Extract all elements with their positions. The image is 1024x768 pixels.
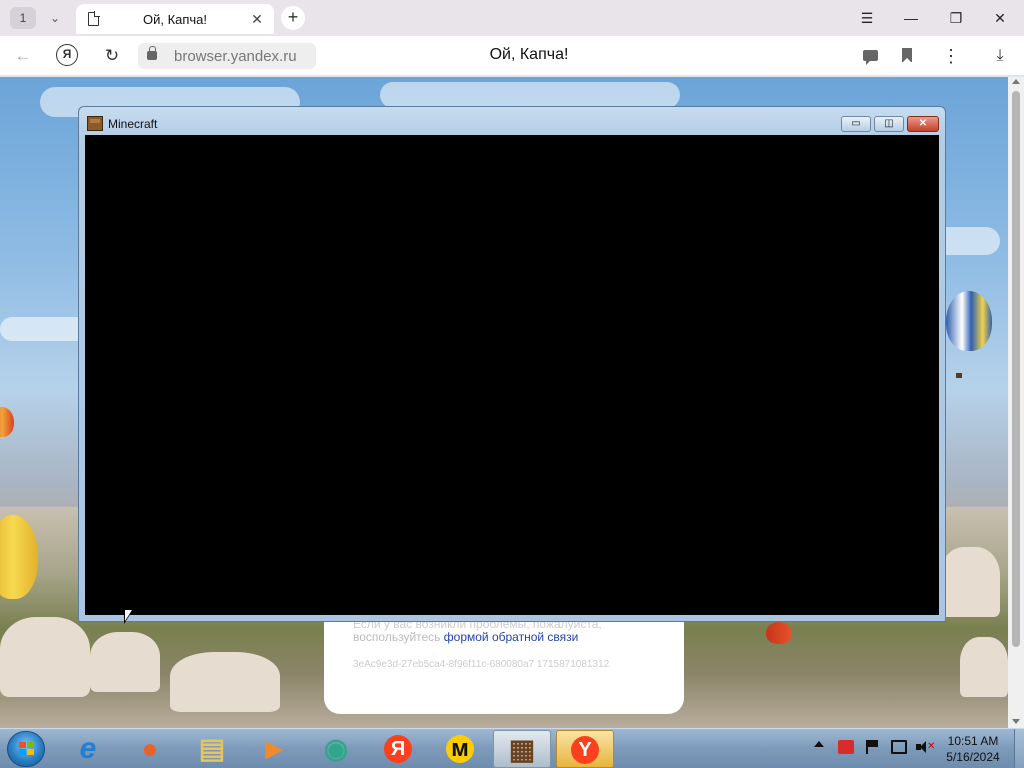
- minecraft-minimize-button[interactable]: ▭: [841, 116, 871, 132]
- tab-active[interactable]: Ой, Капча! ✕: [76, 4, 274, 34]
- show-hidden-icons-icon[interactable]: [814, 741, 824, 747]
- windows-flag-icon: [19, 742, 35, 756]
- yandex-icon: Я: [384, 735, 412, 763]
- scroll-thumb[interactable]: [1012, 91, 1020, 647]
- captcha-feedback-prefix: воспользуйтесь: [353, 630, 441, 644]
- taskbar-app-internet-explorer[interactable]: e: [60, 730, 116, 768]
- address-bar[interactable]: browser.yandex.ru: [138, 43, 316, 69]
- show-desktop-button[interactable]: [1014, 729, 1024, 768]
- browser-nav-bar: ← Я ↻ browser.yandex.ru Ой, Капча! ⋮ ⤓: [0, 36, 1024, 76]
- page-title: Ой, Капча!: [489, 46, 569, 63]
- network-icon[interactable]: [891, 740, 907, 754]
- minecraft-close-button[interactable]: ✕: [907, 116, 939, 132]
- taskbar-app-yandex[interactable]: Я: [370, 730, 426, 768]
- messenger-icon: ◉: [323, 733, 349, 764]
- system-clock[interactable]: 10:51 AM 5/16/2024: [940, 733, 1006, 765]
- rock-formation: [940, 547, 1000, 617]
- reload-button[interactable]: ↻: [99, 44, 125, 68]
- browser-menu-button[interactable]: ☰: [852, 6, 882, 30]
- rock-formation: [960, 637, 1008, 697]
- page-scrollbar[interactable]: [1008, 77, 1024, 728]
- hot-air-balloon: [766, 622, 792, 644]
- taskbar-app-messenger[interactable]: ◉: [308, 730, 364, 768]
- close-button[interactable]: ✕: [985, 6, 1015, 30]
- yandex-market-icon: м: [446, 735, 474, 763]
- tab-close-icon[interactable]: ✕: [248, 10, 266, 28]
- rock-formation: [0, 617, 90, 697]
- minecraft-window-title: Minecraft: [108, 117, 158, 131]
- taskbar-app-minecraft[interactable]: ▦: [493, 730, 551, 768]
- browser-tab-bar: 1 ⌄ Ой, Капча! ✕ + ☰ — ❐ ✕: [0, 0, 1024, 36]
- tab-list-chevron-icon[interactable]: ⌄: [44, 7, 66, 29]
- restore-button[interactable]: ❐: [941, 6, 971, 30]
- volume-muted-icon[interactable]: ✕: [916, 740, 935, 754]
- hot-air-balloon: [0, 407, 14, 437]
- reviews-icon[interactable]: [863, 50, 878, 65]
- taskbar-app-file-explorer[interactable]: ▤: [184, 730, 240, 768]
- cloud: [380, 82, 680, 108]
- hot-air-balloon: [946, 291, 992, 351]
- scroll-down-arrow-icon[interactable]: [1012, 719, 1020, 724]
- yandex-browser-icon: Y: [571, 736, 599, 764]
- minimize-button[interactable]: —: [896, 6, 926, 30]
- yandex-home-icon[interactable]: Я: [56, 44, 78, 66]
- minecraft-icon: [87, 116, 103, 131]
- media-player-icon: ▶: [265, 736, 283, 761]
- mouse-cursor-icon: [124, 608, 134, 624]
- taskbar-app-yandex-browser[interactable]: Y: [556, 730, 614, 768]
- minecraft-maximize-button[interactable]: ◫: [874, 116, 904, 132]
- folder-icon: ▤: [198, 733, 226, 764]
- new-tab-button[interactable]: +: [281, 6, 305, 30]
- balloon-basket: [956, 373, 962, 378]
- url-text: browser.yandex.ru: [174, 48, 297, 65]
- document-icon: [88, 11, 100, 26]
- tab-title: Ой, Капча!: [142, 12, 208, 27]
- start-button[interactable]: [7, 731, 45, 767]
- action-center-flag-icon[interactable]: [866, 740, 882, 754]
- scroll-up-arrow-icon[interactable]: [1012, 79, 1020, 84]
- minecraft-icon: ▦: [508, 734, 536, 765]
- tab-counter[interactable]: 1: [10, 7, 36, 29]
- more-menu-icon[interactable]: ⋮: [942, 44, 960, 68]
- lock-icon[interactable]: [147, 46, 157, 60]
- taskbar-app-yandex-market[interactable]: м: [432, 730, 488, 768]
- clock-date: 5/16/2024: [946, 750, 1000, 764]
- minecraft-window[interactable]: Minecraft ▭ ◫ ✕: [78, 106, 946, 622]
- feedback-form-link[interactable]: формой обратной связи: [444, 630, 579, 644]
- rock-formation: [90, 632, 160, 692]
- minecraft-game-canvas[interactable]: [85, 135, 939, 615]
- captcha-feedback-line: воспользуйтесь формой обратной связи: [353, 630, 578, 644]
- antivirus-tray-icon[interactable]: [838, 740, 854, 754]
- back-button[interactable]: ←: [10, 44, 36, 68]
- bookmark-icon[interactable]: [902, 48, 912, 63]
- captcha-request-id: 3eAc9e3d-27eb5ca4-8f96f11c-680080a7 1715…: [353, 659, 610, 670]
- clock-time: 10:51 AM: [947, 734, 999, 748]
- taskbar-app-firefox[interactable]: ●: [122, 730, 178, 768]
- rock-formation: [170, 652, 280, 712]
- taskbar-app-media-player[interactable]: ▶: [246, 730, 302, 768]
- download-icon[interactable]: ⤓: [988, 44, 1012, 68]
- internet-explorer-icon: e: [79, 732, 97, 765]
- firefox-icon: ●: [141, 733, 159, 764]
